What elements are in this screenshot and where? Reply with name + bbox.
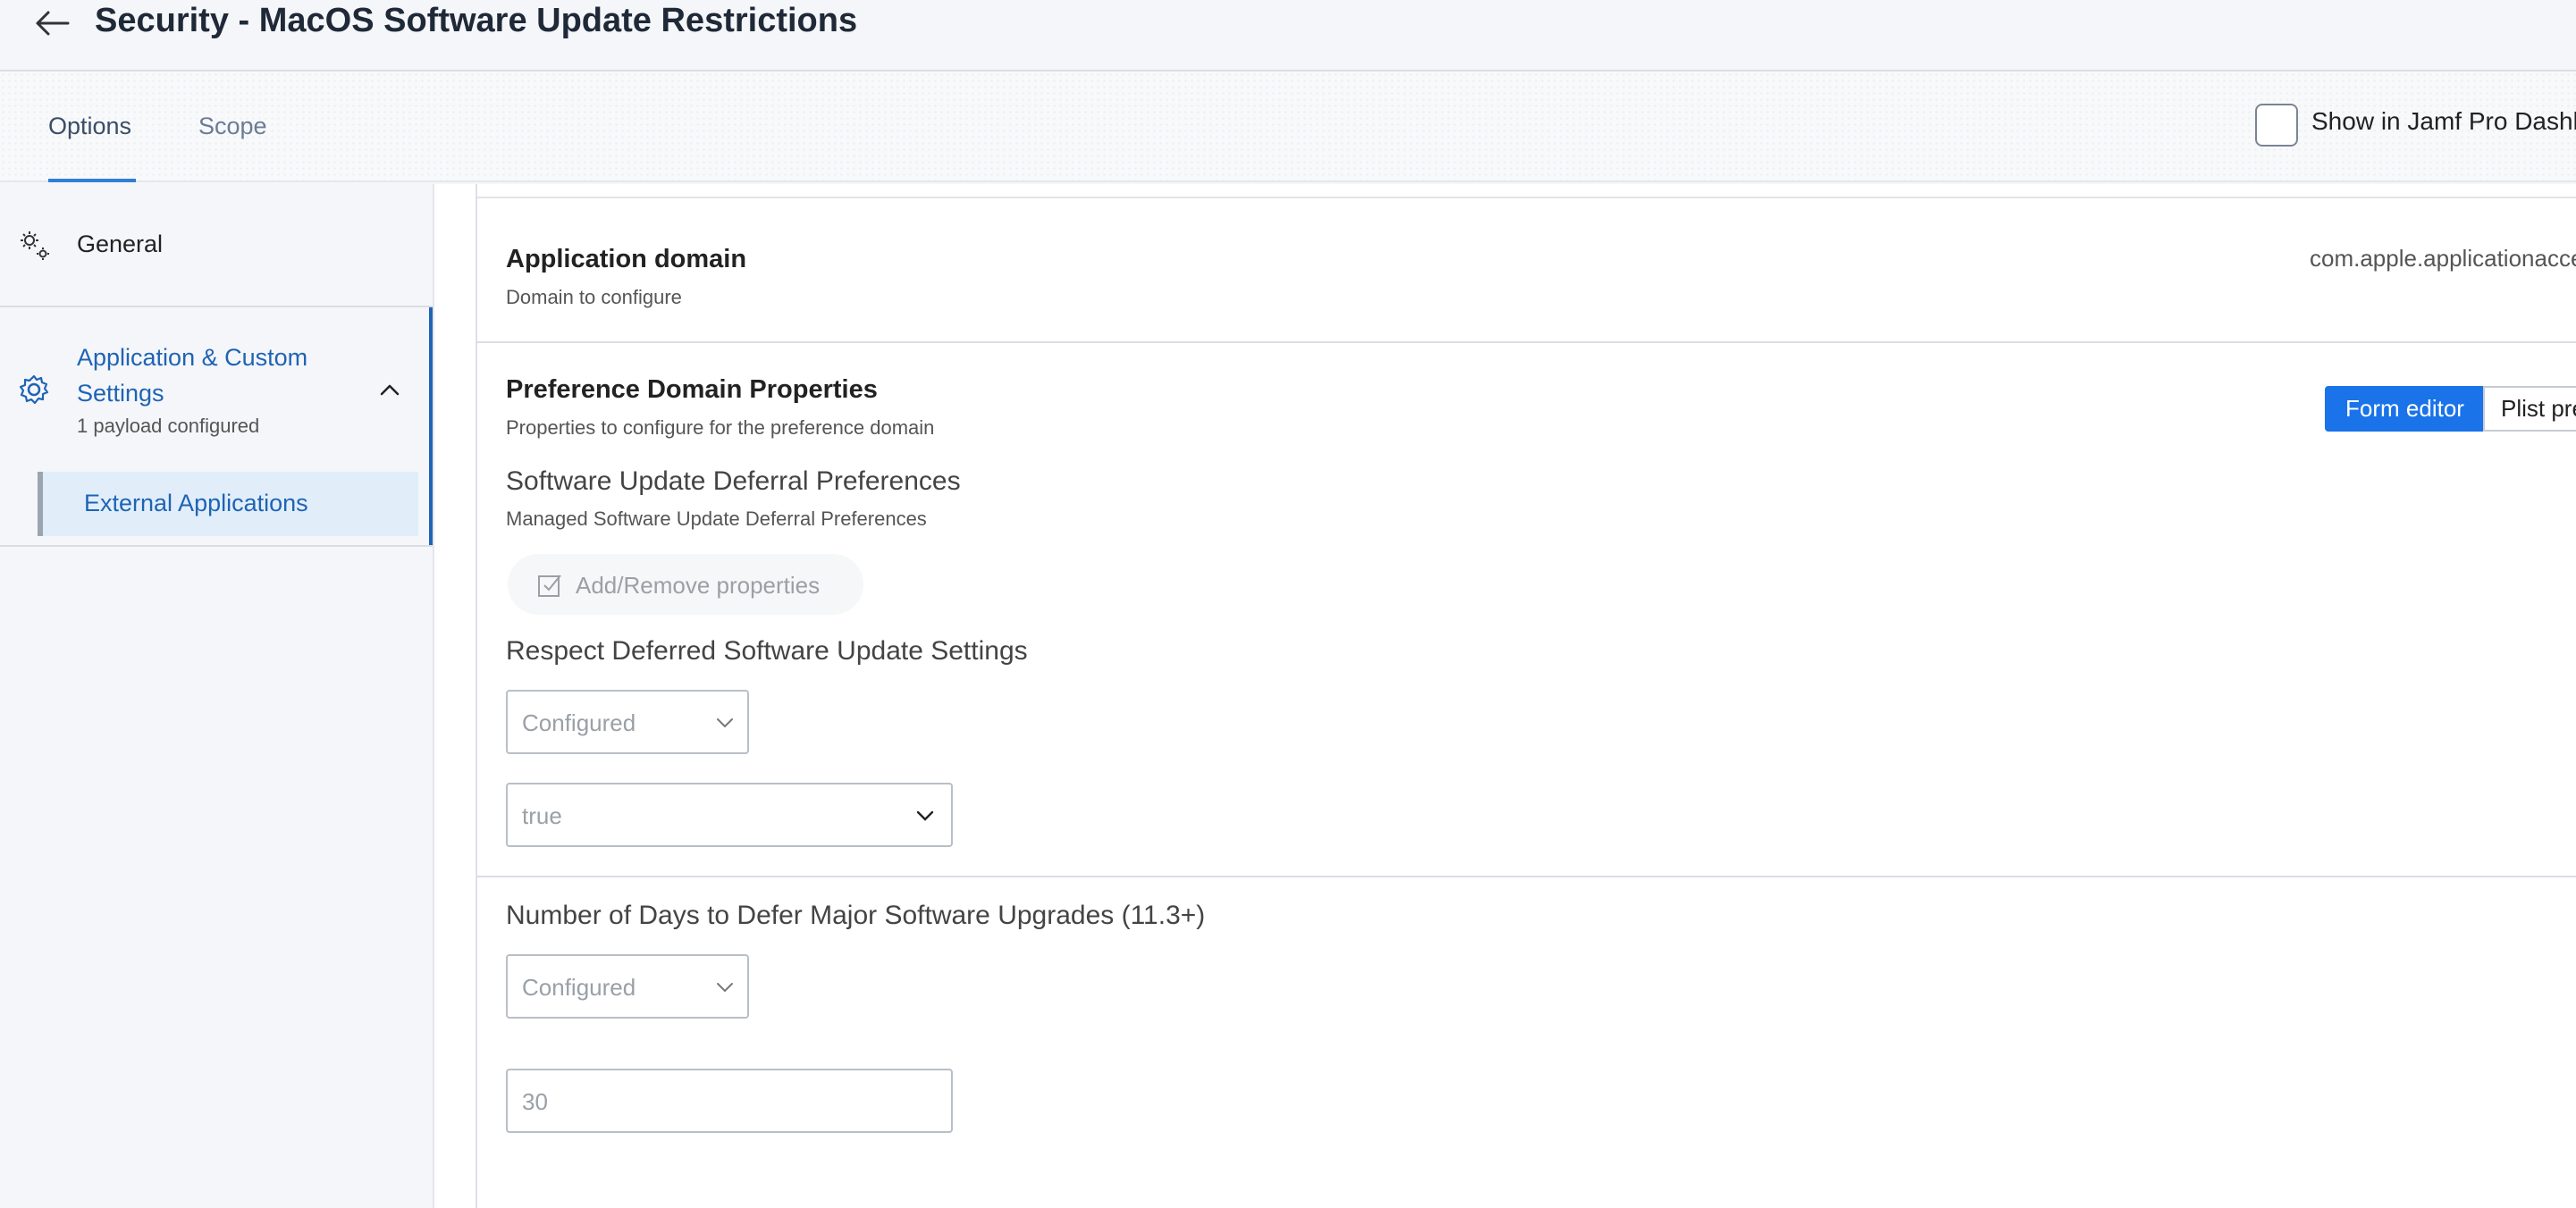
tab-bar: Options Scope	[0, 71, 2576, 182]
respect-deferred-value-select[interactable]: true	[506, 783, 953, 847]
respect-deferred-state-value: Configured	[522, 709, 636, 736]
defer-major-upgrades-days-value: 30	[522, 1088, 548, 1115]
show-in-dashboard-label: Show in Jamf Pro Dashboard	[2311, 107, 2576, 135]
application-domain-title: Application domain	[506, 245, 747, 273]
main-content: Application domain Domain to configure c…	[477, 184, 2576, 1208]
active-tab-indicator	[48, 179, 136, 182]
back-arrow-icon[interactable]	[32, 5, 72, 41]
sidebar-item-general-label: General	[77, 231, 164, 257]
plist-preview-button[interactable]: Plist preview	[2483, 386, 2576, 432]
sidebar-divider	[0, 545, 433, 547]
deferral-preferences-title: Software Update Deferral Preferences	[506, 466, 961, 496]
add-remove-properties-label: Add/Remove properties	[576, 572, 821, 599]
payload-count: 1 payload configured	[77, 415, 260, 437]
checklist-icon	[538, 575, 561, 597]
sidebar: General Application & Custom Settings 1 …	[0, 184, 433, 1208]
respect-deferred-label: Respect Deferred Software Update Setting…	[506, 636, 1028, 666]
page-title: Security - MacOS Software Update Restric…	[95, 2, 858, 39]
sidebar-item-application-custom-settings[interactable]: Application & Custom Settings 1 payload …	[0, 307, 433, 545]
sidebar-item-external-applications-label: External Applications	[84, 490, 308, 516]
top-divider	[477, 197, 2576, 198]
tab-options[interactable]: Options	[48, 113, 131, 140]
sidebar-item-general[interactable]: General	[0, 184, 433, 307]
sidebar-item-application-custom-settings-label: Application & Custom Settings	[77, 344, 308, 407]
chevron-down-icon	[916, 810, 934, 821]
application-domain-value: com.apple.applicationaccess	[2310, 245, 2576, 272]
deferral-preferences-subtitle: Managed Software Update Deferral Prefere…	[506, 508, 927, 530]
defer-major-upgrades-label: Number of Days to Defer Major Software U…	[506, 901, 1206, 930]
chevron-down-icon	[717, 718, 733, 728]
section-divider	[477, 341, 2576, 343]
tab-scope[interactable]: Scope	[198, 113, 267, 140]
chevron-up-icon[interactable]	[379, 381, 400, 398]
content-gutter	[433, 184, 477, 1208]
form-editor-button[interactable]: Form editor	[2325, 386, 2485, 432]
preference-domain-title: Preference Domain Properties	[506, 375, 878, 404]
page-header: Security - MacOS Software Update Restric…	[0, 0, 2576, 71]
defer-major-upgrades-state-select[interactable]: Configured	[506, 954, 749, 1019]
chevron-down-icon	[717, 983, 733, 993]
preference-domain-subtitle: Properties to configure for the preferen…	[506, 416, 935, 439]
defer-major-upgrades-state-value: Configured	[522, 974, 636, 1001]
gear-icon	[19, 374, 49, 405]
application-domain-subtitle: Domain to configure	[506, 286, 682, 308]
respect-deferred-value: true	[522, 802, 562, 829]
property-divider	[477, 876, 2576, 877]
sidebar-item-external-applications[interactable]: External Applications	[38, 472, 418, 536]
respect-deferred-state-select[interactable]: Configured	[506, 690, 749, 754]
defer-major-upgrades-days-input[interactable]: 30	[506, 1069, 953, 1133]
add-remove-properties-button[interactable]: Add/Remove properties	[508, 554, 863, 615]
show-in-dashboard-checkbox[interactable]	[2255, 104, 2298, 147]
gears-icon	[21, 231, 49, 260]
